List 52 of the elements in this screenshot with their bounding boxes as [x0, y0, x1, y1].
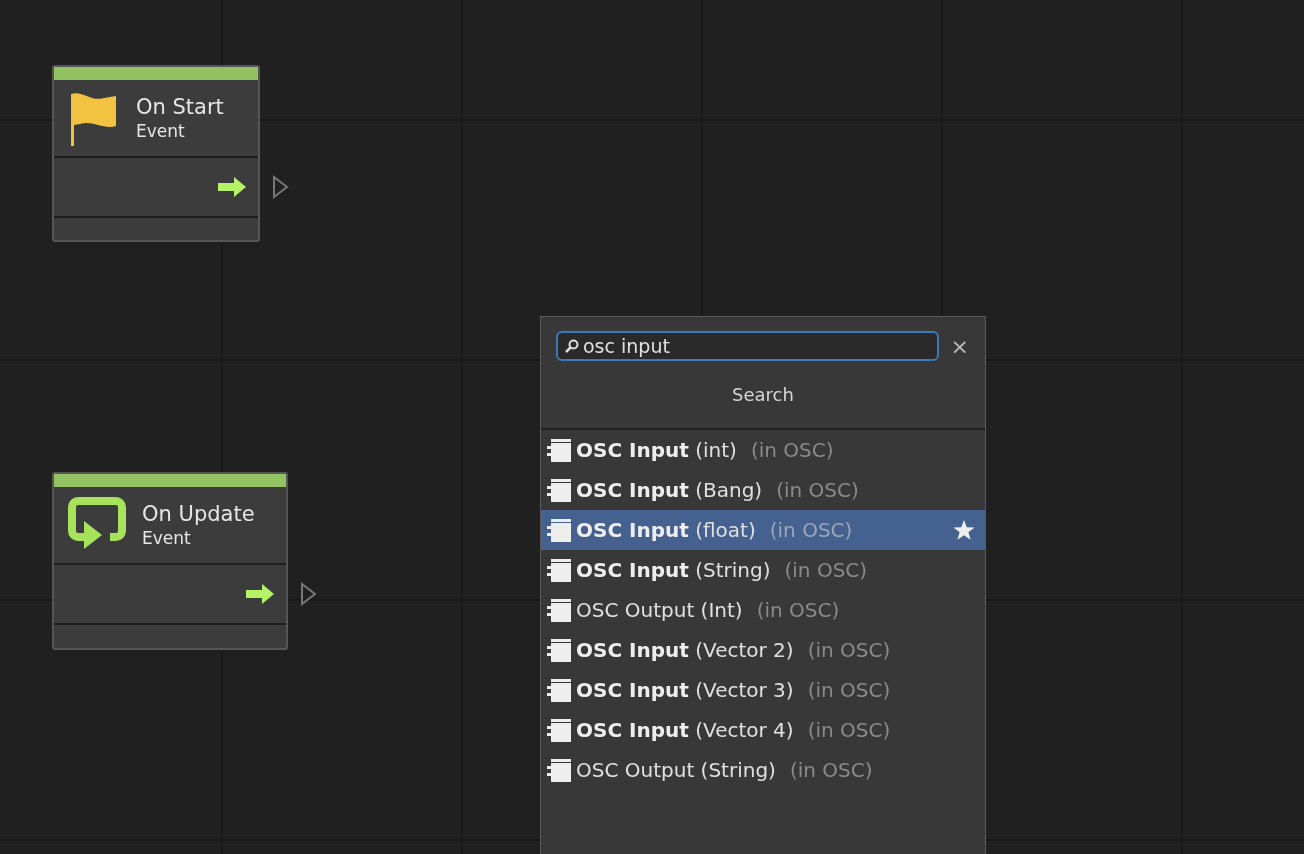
result-category: (in OSC) — [750, 438, 834, 462]
result-title: OSC Input (float) — [576, 518, 756, 542]
result-title: OSC Input (int) — [576, 438, 737, 462]
result-title: OSC Output (Int) — [576, 598, 743, 622]
flow-arrow-icon — [218, 177, 246, 197]
node-icon — [546, 557, 572, 583]
search-result[interactable]: OSC Input (Vector 2) (in OSC) — [541, 630, 985, 670]
result-category: (in OSC) — [789, 758, 873, 782]
result-title: OSC Input (Vector 4) — [576, 718, 794, 742]
node-icon — [546, 637, 572, 663]
star-icon[interactable] — [953, 519, 975, 541]
node-title: On Start — [136, 94, 224, 120]
search-result[interactable]: OSC Output (String) (in OSC) — [541, 750, 985, 790]
result-category: (in OSC) — [784, 558, 868, 582]
node-icon — [546, 437, 572, 463]
result-title: OSC Output (String) — [576, 758, 776, 782]
result-category: (in OSC) — [807, 678, 891, 702]
node-icon — [546, 597, 572, 623]
result-title: OSC Input (Vector 3) — [576, 678, 794, 702]
search-result[interactable]: OSC Output (Int) (in OSC) — [541, 590, 985, 630]
search-input[interactable]: osc input — [583, 335, 913, 357]
event-node[interactable]: On Update Event — [52, 472, 288, 650]
node-title: On Update — [142, 501, 255, 527]
search-header: Search — [732, 382, 794, 407]
node-icon — [546, 717, 572, 743]
result-category: (in OSC) — [769, 518, 853, 542]
result-title: OSC Input (Vector 2) — [576, 638, 794, 662]
node-subtitle: Event — [136, 120, 186, 142]
search-field[interactable]: osc input — [556, 331, 939, 361]
search-result[interactable]: OSC Input (Vector 3) (in OSC) — [541, 670, 985, 710]
search-result[interactable]: OSC Input (int) (in OSC) — [541, 430, 985, 470]
search-result[interactable]: OSC Input (Bang) (in OSC) — [541, 470, 985, 510]
node-icon — [546, 517, 572, 543]
output-port-icon[interactable] — [272, 175, 290, 199]
result-category: (in OSC) — [776, 478, 859, 502]
search-result[interactable]: OSC Input (Vector 4) (in OSC) — [541, 710, 985, 750]
event-node[interactable]: On Start Event — [52, 65, 260, 242]
output-port-icon[interactable] — [300, 582, 318, 606]
result-category: (in OSC) — [756, 598, 840, 622]
search-icon — [565, 339, 579, 353]
result-title: OSC Input (String) — [576, 558, 771, 582]
result-category: (in OSC) — [807, 718, 891, 742]
node-icon — [546, 757, 572, 783]
node-icon — [546, 677, 572, 703]
search-result[interactable]: OSC Input (float) (in OSC) — [541, 510, 985, 550]
result-title: OSC Input (Bang) — [576, 478, 763, 502]
node-subtitle: Event — [142, 527, 192, 549]
node-icon — [546, 477, 572, 503]
search-result[interactable]: OSC Input (String) (in OSC) — [541, 550, 985, 590]
result-category: (in OSC) — [807, 638, 891, 662]
flow-arrow-icon — [246, 584, 274, 604]
clear-button[interactable]: × — [946, 333, 973, 359]
